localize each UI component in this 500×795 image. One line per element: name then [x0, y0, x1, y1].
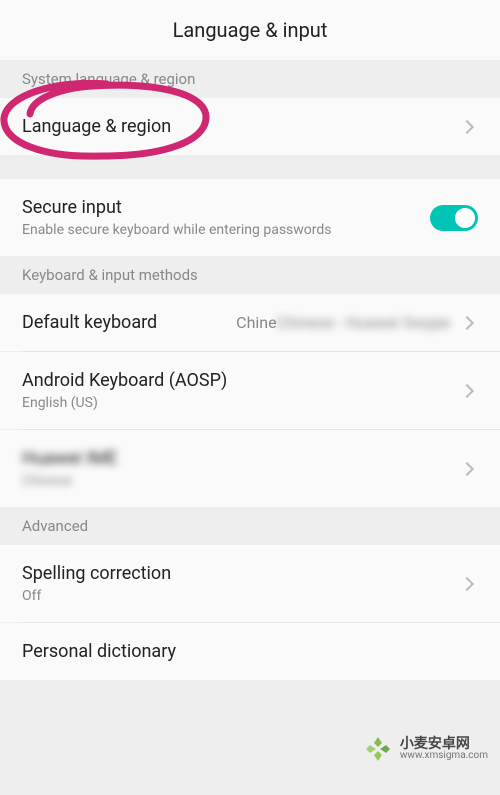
- chevron-right-icon: [460, 383, 474, 397]
- section-system-language: System language & region: [0, 60, 500, 98]
- watermark: 小麦安卓网 www.xmsigma.com: [362, 733, 488, 765]
- item-content: Secure input Enable secure keyboard whil…: [22, 197, 430, 238]
- page-header: Language & input: [0, 0, 500, 60]
- blurred-keyboard-label: Huawei IME: [22, 448, 462, 469]
- item-content: Default keyboard: [22, 312, 236, 333]
- secure-input-label: Secure input: [22, 197, 430, 218]
- spelling-correction-label: Spelling correction: [22, 563, 462, 584]
- item-content: Personal dictionary: [22, 641, 478, 662]
- item-content: Huawei IME Chinese: [22, 448, 462, 489]
- chevron-right-icon: [460, 461, 474, 475]
- personal-dictionary-label: Personal dictionary: [22, 641, 478, 662]
- item-spelling-correction[interactable]: Spelling correction Off: [0, 545, 500, 622]
- language-region-label: Language & region: [22, 116, 462, 137]
- item-content: Spelling correction Off: [22, 563, 462, 604]
- watermark-title: 小麦安卓网: [400, 737, 488, 751]
- gap: [0, 155, 500, 179]
- section-advanced: Advanced: [0, 507, 500, 545]
- section-keyboard-methods: Keyboard & input methods: [0, 256, 500, 294]
- android-keyboard-subtitle: English (US): [22, 395, 462, 411]
- default-keyboard-value: ChineChinese - Huawei Swype: [236, 313, 450, 332]
- blurred-keyboard-subtitle: Chinese: [22, 473, 462, 489]
- secure-input-subtitle: Enable secure keyboard while entering pa…: [22, 222, 430, 238]
- chevron-right-icon: [460, 119, 474, 133]
- chevron-right-icon: [460, 315, 474, 329]
- item-secure-input[interactable]: Secure input Enable secure keyboard whil…: [0, 179, 500, 256]
- default-keyboard-label: Default keyboard: [22, 312, 236, 333]
- spelling-correction-subtitle: Off: [22, 588, 462, 604]
- secure-input-toggle[interactable]: [430, 205, 478, 231]
- android-keyboard-label: Android Keyboard (AOSP): [22, 370, 462, 391]
- item-android-keyboard[interactable]: Android Keyboard (AOSP) English (US): [0, 352, 500, 429]
- item-default-keyboard[interactable]: Default keyboard ChineChinese - Huawei S…: [0, 294, 500, 351]
- item-language-region[interactable]: Language & region: [0, 98, 500, 155]
- item-personal-dictionary[interactable]: Personal dictionary: [0, 623, 500, 680]
- item-blurred-keyboard[interactable]: Huawei IME Chinese: [0, 430, 500, 507]
- item-content: Language & region: [22, 116, 462, 137]
- watermark-text: 小麦安卓网 www.xmsigma.com: [400, 737, 488, 761]
- page-title: Language & input: [173, 18, 328, 42]
- chevron-right-icon: [460, 576, 474, 590]
- watermark-logo-icon: [362, 733, 394, 765]
- watermark-url: www.xmsigma.com: [400, 751, 488, 761]
- item-content: Android Keyboard (AOSP) English (US): [22, 370, 462, 411]
